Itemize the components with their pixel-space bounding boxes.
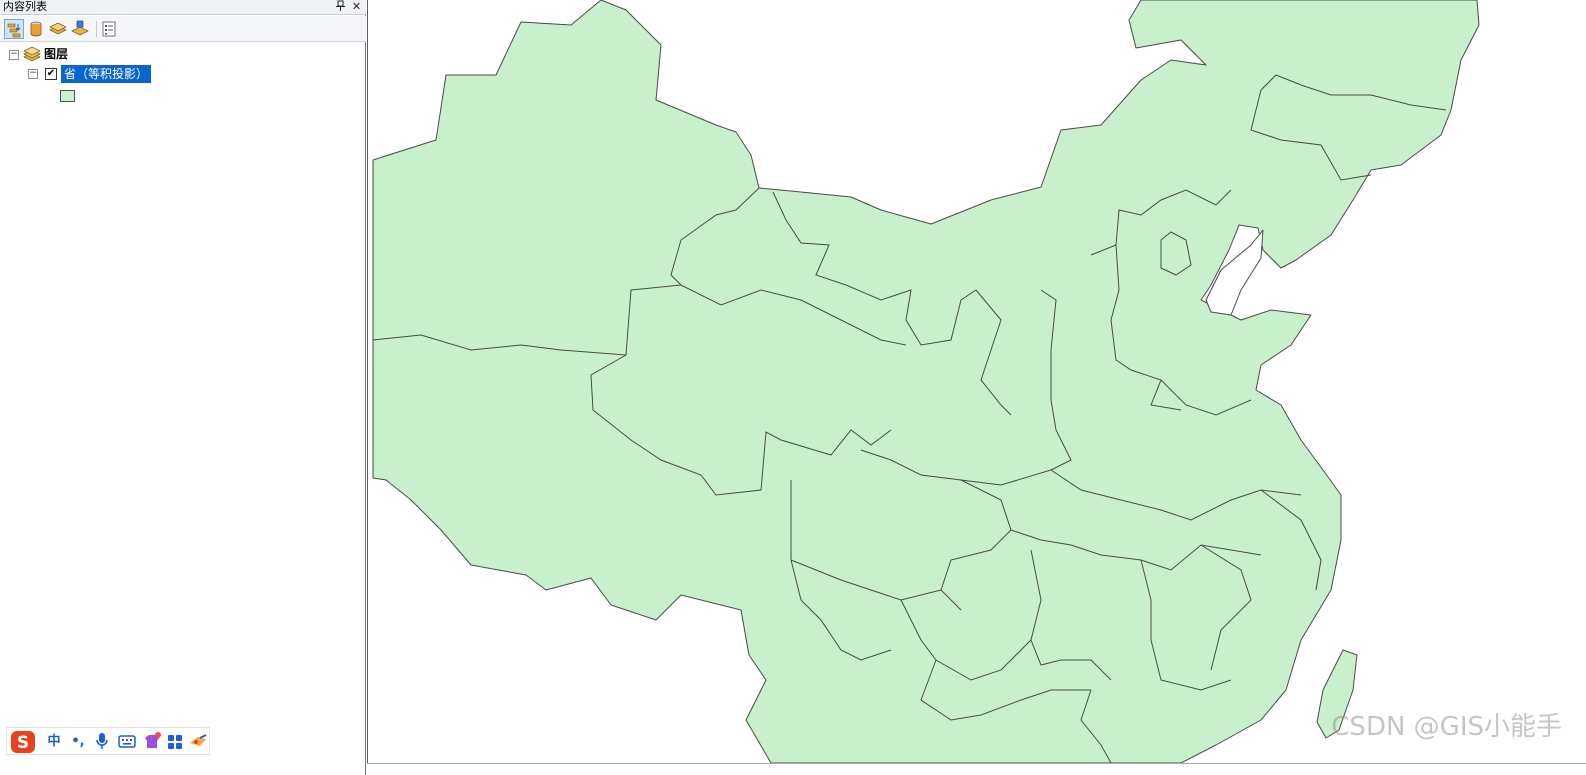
ime-mode-toggle[interactable]: 中: [45, 731, 63, 753]
toc-title: 内容列表: [3, 0, 47, 13]
tools-icon[interactable]: [188, 731, 208, 753]
ime-toolbar: S 中 •,: [6, 727, 210, 755]
list-by-visibility-icon: [49, 22, 67, 35]
list-by-selection-icon: [71, 20, 89, 36]
list-by-drawing-order-icon: [7, 23, 21, 38]
toc-toolbar: [0, 16, 366, 42]
svg-text:S: S: [17, 733, 29, 753]
skin-icon[interactable]: [142, 731, 162, 753]
close-icon: ✕: [351, 0, 362, 13]
watermark-text: CSDN @GIS小能手: [1331, 712, 1562, 742]
table-of-contents-pane: 内容列表 ✕ − 图层 − ✔ 省（等积投影）: [0, 0, 366, 775]
apps-icon[interactable]: [166, 731, 184, 753]
china-provinces-map[interactable]: [368, 0, 1586, 763]
pin-icon: [336, 0, 345, 11]
options-icon: [102, 21, 116, 37]
ime-punctuation-toggle[interactable]: •,: [69, 731, 87, 753]
pin-button[interactable]: [334, 0, 347, 14]
list-by-source-icon: [30, 21, 42, 37]
layer-name-label[interactable]: 省（等积投影）: [61, 65, 152, 83]
layer-tree: − 图层 − ✔ 省（等积投影）: [0, 44, 364, 734]
layers-icon: [23, 46, 41, 62]
layer-visibility-checkbox[interactable]: ✔: [45, 68, 57, 80]
layer-expander[interactable]: −: [28, 69, 38, 79]
list-by-visibility-button[interactable]: [48, 19, 68, 39]
toolbar-separator: [96, 21, 97, 37]
mic-icon[interactable]: [93, 731, 111, 753]
map-display[interactable]: CSDN @GIS小能手: [367, 0, 1586, 763]
arcmap-window: 内容列表 ✕ − 图层 − ✔ 省（等积投影） S 中 •, CSDN @GIS…: [0, 0, 1586, 775]
list-by-source-button[interactable]: [26, 19, 46, 39]
mainland-polygon[interactable]: [372, 0, 1480, 763]
close-button[interactable]: ✕: [350, 0, 363, 14]
list-by-selection-button[interactable]: [70, 19, 90, 39]
root-expander[interactable]: −: [9, 50, 19, 60]
options-button[interactable]: [99, 19, 119, 39]
map-bottom-scrollbar[interactable]: [367, 763, 1586, 775]
keyboard-icon[interactable]: [117, 731, 137, 753]
layer-legend-swatch[interactable]: [60, 90, 75, 102]
root-layers-label: 图层: [44, 47, 69, 61]
ime-logo-icon[interactable]: S: [10, 731, 36, 753]
list-by-drawing-order-button[interactable]: [4, 19, 24, 39]
toc-titlebar: 内容列表 ✕: [0, 0, 366, 15]
